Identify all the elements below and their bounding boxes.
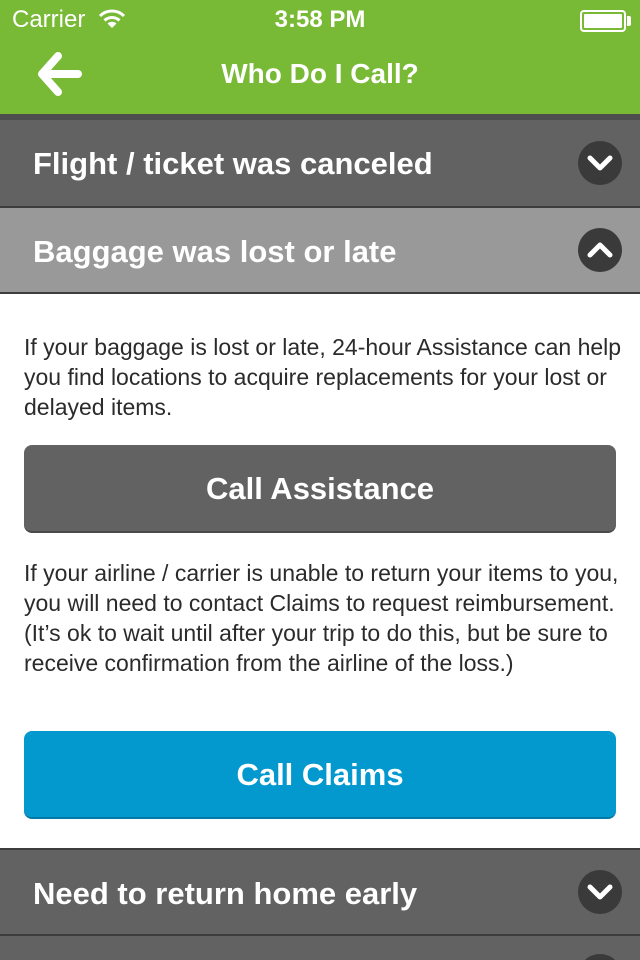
section-label: Need to return home early	[33, 876, 418, 911]
call-assistance-button[interactable]: Call Assistance	[24, 445, 616, 533]
section-next-partial[interactable]	[0, 936, 640, 960]
claims-description: If your airline / carrier is unable to r…	[24, 560, 619, 676]
baggage-section-content: If your baggage is lost or late, 24-hour…	[0, 294, 640, 848]
nav-bar: Who Do I Call?	[0, 40, 640, 114]
battery-tip	[627, 16, 631, 26]
chevron-down-icon	[578, 870, 622, 914]
section-label: Baggage was lost or late	[33, 234, 397, 269]
page-title: Who Do I Call?	[221, 58, 419, 89]
chevron-down-icon	[578, 954, 622, 960]
section-baggage-lost[interactable]: Baggage was lost or late	[0, 208, 640, 294]
chevron-down-icon	[578, 141, 622, 185]
call-claims-button[interactable]: Call Claims	[24, 731, 616, 819]
status-bar: Carrier 3:58 PM	[0, 0, 640, 40]
section-flight-canceled[interactable]: Flight / ticket was canceled	[0, 120, 640, 208]
section-label: Flight / ticket was canceled	[33, 146, 433, 181]
battery-fill	[584, 14, 622, 28]
battery-icon	[580, 10, 626, 32]
assistance-description: If your baggage is lost or late, 24-hour…	[24, 334, 622, 420]
chevron-up-icon	[578, 228, 622, 272]
status-time: 3:58 PM	[274, 6, 366, 33]
section-return-home[interactable]: Need to return home early	[0, 848, 640, 936]
